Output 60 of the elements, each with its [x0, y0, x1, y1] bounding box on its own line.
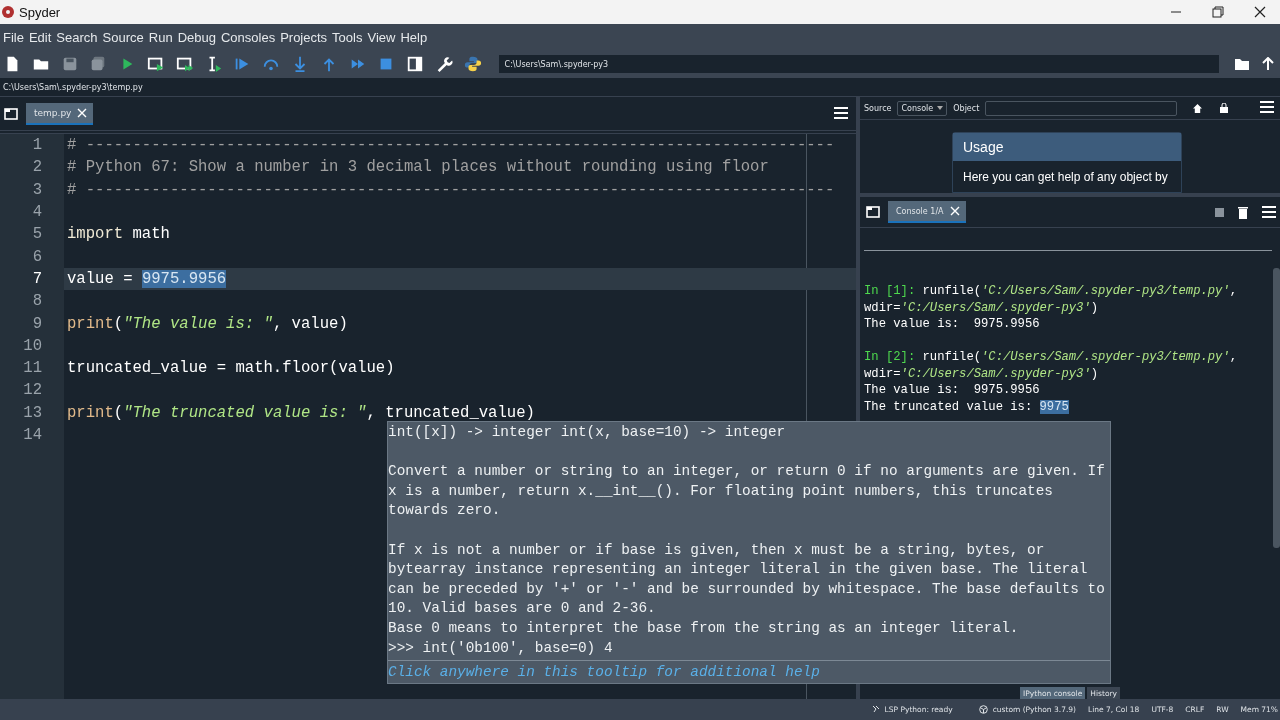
line-number: 2	[31, 158, 43, 177]
code-line: import math	[66, 225, 170, 244]
working-directory-field[interactable]: C:\Users\Sam\.spyder-py3	[498, 55, 1219, 73]
line-number: 1	[31, 136, 43, 155]
menu-item[interactable]: File	[1, 29, 27, 45]
tooltip-text: bytearray instance representing an integer literal in the given base. The literal	[388, 560, 1089, 580]
tooltip-text: 10. Valid bases are 0 and 2-36.	[388, 599, 657, 619]
console-tab[interactable]: Console 1/A	[888, 201, 966, 223]
tooltip-signature: int([x]) -> integer int(x, base=10) -> integer	[388, 423, 787, 442]
code-line: value = 9975.9956	[66, 269, 227, 288]
tooltip-text: Base 0 means to interpret the base from the string as an integer literal.	[388, 618, 1020, 638]
source-label: Source	[864, 103, 892, 113]
window-title: Spyder	[19, 4, 61, 20]
code-line: # --------------------------------------------------------------------------------	[66, 136, 835, 155]
console-output-line: The value is: 9975.9956	[864, 317, 1040, 332]
line-number: 3	[31, 180, 43, 199]
line-number: 11	[22, 359, 43, 378]
menu-item[interactable]: Debug	[175, 29, 219, 45]
menu-item[interactable]: Search	[54, 29, 101, 45]
line-number: 12	[22, 381, 43, 400]
object-label: Object	[953, 103, 980, 113]
line-number: 13	[22, 403, 43, 422]
tooltip-text: towards zero.	[388, 501, 502, 521]
tooltip-text: x is a number, return x.__int__(). For floating point numbers, this truncates	[388, 481, 1054, 501]
tooltip-text: >>> int('0b100', base=0) 4	[388, 638, 614, 658]
console-output-line: In [1]: runfile('C:/Users/Sam/.spyder-py3/temp.py',	[864, 284, 1238, 299]
usage-title: Usage	[953, 133, 1181, 161]
line-number: 9	[31, 314, 43, 333]
tooltip-text: can be preceded by '+' or '-' and be surrounded by whitespace. The base defaults to	[388, 579, 1106, 599]
file-path: C:\Users\Sam\.spyder-py3\temp.py	[3, 82, 143, 92]
line-number: 10	[22, 336, 43, 355]
menu-item[interactable]: Source	[100, 29, 147, 45]
console-output-line: The value is: 9975.9956	[864, 383, 1040, 398]
menu-item[interactable]: Projects	[278, 29, 331, 45]
line-number: 6	[31, 247, 43, 266]
line-number: 7	[31, 269, 43, 288]
usage-text: Here you can get help of any object by	[962, 169, 1169, 186]
menu-item[interactable]: Edit	[26, 29, 55, 45]
code-line: print("The truncated value is: ", truncated_value)	[66, 403, 535, 422]
menu-item[interactable]: Consoles	[218, 29, 279, 45]
editor-tab[interactable]: temp.py	[26, 102, 94, 125]
line-number: 8	[31, 292, 43, 311]
code-line: # Python 67: Show a number in 3 decimal places without rounding using floor	[66, 158, 769, 177]
console-output-line: wdir='C:/Users/Sam/.spyder-py3')	[864, 366, 1099, 381]
line-number: 4	[31, 203, 43, 222]
code-line: print("The value is: ", value)	[66, 314, 348, 333]
code-line: truncated_value = math.floor(value)	[66, 359, 395, 378]
console-output-line: wdir='C:/Users/Sam/.spyder-py3')	[864, 300, 1099, 315]
line-number: 5	[31, 225, 43, 244]
menu-item[interactable]: View	[365, 29, 399, 45]
menu-item[interactable]: Help	[398, 29, 431, 45]
menu-item[interactable]: Run	[146, 29, 176, 45]
source-dropdown[interactable]: Console	[897, 100, 948, 116]
code-line: # --------------------------------------------------------------------------------	[66, 180, 835, 199]
menu-item[interactable]: Tools	[330, 29, 366, 45]
line-number: 14	[22, 426, 43, 444]
tooltip-text: Convert a number or string to an integer, or return 0 if no arguments are given. If	[388, 462, 1106, 482]
console-output-line: The truncated value is: 9975	[864, 399, 1069, 414]
console-output-line: In [2]: runfile('C:/Users/Sam/.spyder-py3/temp.py',	[864, 350, 1238, 365]
tooltip-text: If x is not a number or if base is given, then x must be a string, bytes, or	[388, 540, 1046, 560]
